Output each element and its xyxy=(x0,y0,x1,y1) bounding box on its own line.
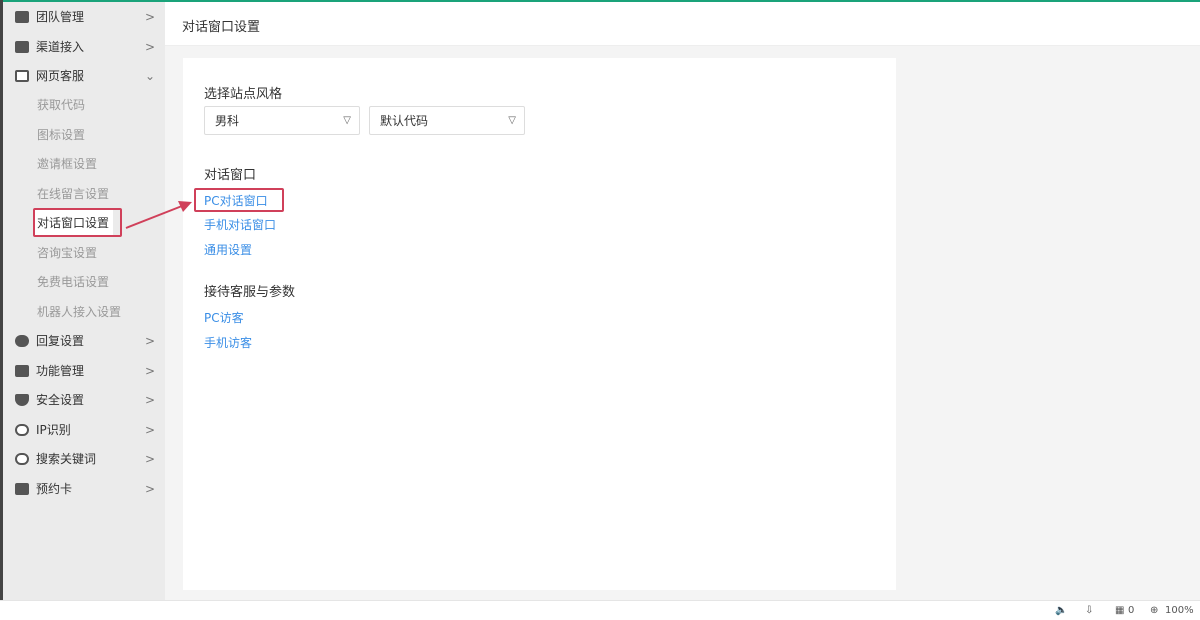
download-icon[interactable]: ⇩ xyxy=(1085,605,1093,616)
counter-value: 0 xyxy=(1128,605,1135,616)
status-bar: 🔈 ⇩ ▦ 0 ⊕ 100% xyxy=(0,600,1200,620)
zoom-level[interactable]: 100% xyxy=(1165,605,1194,616)
zoom-icon[interactable]: ⊕ xyxy=(1150,605,1158,616)
speaker-icon[interactable]: 🔈 xyxy=(1055,605,1067,616)
annotation-arrow xyxy=(125,201,192,229)
counter-icon: ▦ xyxy=(1115,605,1125,616)
